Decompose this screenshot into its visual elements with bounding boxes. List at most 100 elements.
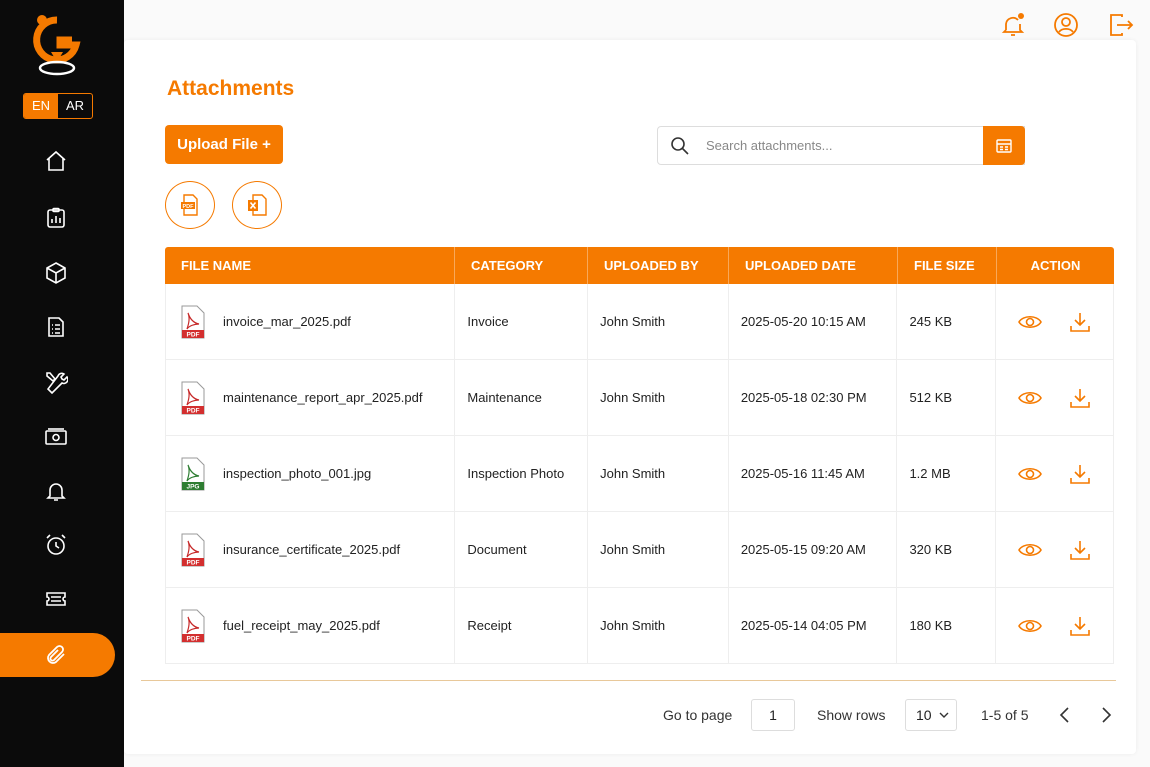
sidebar-item-maintenance[interactable] — [0, 360, 124, 404]
go-to-page-label: Go to page — [663, 707, 733, 723]
view-icon[interactable] — [1017, 310, 1042, 334]
brand-logo — [33, 15, 81, 76]
category-cell: Inspection Photo — [455, 436, 589, 511]
download-icon[interactable] — [1068, 462, 1092, 486]
file-name: inspection_photo_001.jpg — [223, 466, 372, 481]
search-icon — [671, 136, 689, 155]
chevron-down-icon — [939, 712, 949, 718]
sidebar-item-home[interactable] — [0, 139, 124, 183]
search-box — [657, 126, 1025, 165]
category-cell: Document — [455, 512, 589, 587]
uploaded-date-cell: 2025-05-15 09:20 AM — [729, 512, 898, 587]
view-icon[interactable] — [1017, 538, 1042, 562]
sidebar-item-reminders[interactable] — [0, 523, 124, 567]
header-uploaded-by[interactable]: UPLOADED BY — [588, 247, 729, 284]
bell-icon — [46, 483, 66, 501]
header-uploaded-date[interactable]: UPLOADED DATE — [729, 247, 898, 284]
sidebar-item-finance[interactable] — [0, 415, 124, 459]
lang-ar-button[interactable]: AR — [58, 94, 92, 118]
filter-button[interactable] — [983, 126, 1025, 165]
chevron-right-icon[interactable] — [1096, 705, 1116, 725]
view-icon[interactable] — [1017, 614, 1042, 638]
sidebar-item-attachments[interactable] — [0, 633, 115, 677]
pdf-export-icon: PDF — [181, 194, 198, 216]
header-category[interactable]: CATEGORY — [455, 247, 588, 284]
language-switcher: EN AR — [23, 93, 93, 119]
uploaded-by-cell: John Smith — [588, 360, 729, 435]
user-profile-icon — [1054, 13, 1078, 37]
search-input[interactable] — [706, 138, 1006, 153]
file-size-cell: 1.2 MB — [897, 436, 997, 511]
header-file-name[interactable]: FILE NAME — [165, 247, 455, 284]
header-file-size[interactable]: FILE SIZE — [898, 247, 997, 284]
uploaded-by-cell: John Smith — [588, 588, 729, 663]
category-cell: Maintenance — [455, 360, 589, 435]
svg-text:PDF: PDF — [183, 204, 195, 210]
svg-text:JPG: JPG — [186, 483, 199, 490]
lang-en-button[interactable]: EN — [24, 94, 58, 118]
download-icon[interactable] — [1068, 310, 1092, 334]
export-pdf-button[interactable]: PDF — [165, 181, 215, 229]
table-row: PDF insurance_certificate_2025.pdf Docum… — [165, 512, 1114, 588]
file-name: maintenance_report_apr_2025.pdf — [223, 390, 423, 405]
file-size-cell: 245 KB — [897, 284, 997, 359]
file-name: fuel_receipt_may_2025.pdf — [223, 618, 380, 633]
view-icon[interactable] — [1017, 462, 1042, 486]
uploaded-by-cell: John Smith — [588, 512, 729, 587]
page-number-input[interactable]: 1 — [751, 699, 795, 731]
chevron-left-icon[interactable] — [1055, 705, 1075, 725]
money-icon — [45, 428, 67, 445]
divider — [141, 680, 1116, 681]
download-icon[interactable] — [1068, 386, 1092, 410]
file-size-cell: 512 KB — [897, 360, 997, 435]
svg-text:PDF: PDF — [187, 331, 200, 338]
show-rows-label: Show rows — [817, 707, 886, 723]
sidebar-item-tickets[interactable] — [0, 577, 124, 621]
logout-icon — [1110, 14, 1134, 36]
upload-file-button[interactable]: Upload File + — [165, 125, 283, 164]
alarm-clock-icon — [46, 534, 66, 555]
pdf-file-icon: PDF — [181, 305, 205, 338]
table-row: PDF fuel_receipt_may_2025.pdf Receipt Jo… — [165, 588, 1114, 664]
home-icon — [46, 150, 66, 171]
header-action: ACTION — [1030, 258, 1081, 273]
logout-button[interactable] — [1108, 12, 1134, 38]
reports-icon — [47, 207, 65, 228]
svg-text:PDF: PDF — [187, 635, 200, 642]
profile-button[interactable] — [1053, 12, 1079, 38]
category-cell: Invoice — [455, 284, 589, 359]
paperclip-icon — [47, 645, 65, 664]
notifications-button[interactable] — [1000, 12, 1026, 38]
uploaded-date-cell: 2025-05-14 04:05 PM — [729, 588, 898, 663]
ticket-icon — [46, 592, 66, 606]
jpg-file-icon: JPG — [181, 457, 205, 490]
box-icon — [46, 262, 66, 284]
page-title: Attachments — [167, 77, 295, 100]
attachments-table: FILE NAME CATEGORY UPLOADED BY UPLOADED … — [165, 247, 1114, 664]
view-icon[interactable] — [1017, 386, 1042, 410]
sidebar-item-notifications[interactable] — [0, 469, 124, 513]
filter-icon — [996, 138, 1012, 153]
file-name: insurance_certificate_2025.pdf — [223, 542, 401, 557]
category-cell: Receipt — [455, 588, 589, 663]
download-icon[interactable] — [1068, 538, 1092, 562]
pdf-file-icon: PDF — [181, 533, 205, 566]
sidebar-item-documents[interactable] — [0, 305, 124, 349]
table-row: PDF invoice_mar_2025.pdf Invoice John Sm… — [165, 284, 1114, 360]
uploaded-by-cell: John Smith — [588, 436, 729, 511]
export-excel-button[interactable] — [232, 181, 282, 229]
pdf-file-icon: PDF — [181, 381, 205, 414]
uploaded-date-cell: 2025-05-16 11:45 AM — [729, 436, 898, 511]
document-list-icon — [48, 317, 64, 337]
uploaded-date-cell: 2025-05-20 10:15 AM — [729, 284, 898, 359]
sidebar-item-reports[interactable] — [0, 196, 124, 240]
tools-icon — [46, 372, 68, 394]
excel-export-icon — [248, 194, 267, 216]
table-row: PDF maintenance_report_apr_2025.pdf Main… — [165, 360, 1114, 436]
rows-per-page-select[interactable]: 10 — [905, 699, 957, 731]
attachments-card: Attachments Upload File + PDF FILE NAME … — [124, 40, 1136, 754]
file-size-cell: 180 KB — [897, 588, 997, 663]
sidebar-item-inventory[interactable] — [0, 251, 124, 295]
download-icon[interactable] — [1068, 614, 1092, 638]
table-header: FILE NAME CATEGORY UPLOADED BY UPLOADED … — [165, 247, 1114, 284]
